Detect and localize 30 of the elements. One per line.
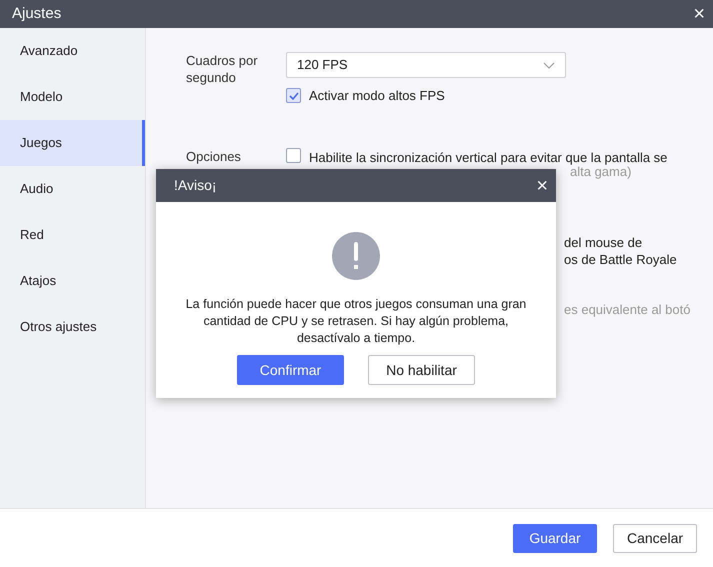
close-button[interactable]: × [528,176,556,196]
warning-icon [332,232,380,280]
fps-dropdown[interactable]: 120 FPS [286,52,566,78]
sidebar-item[interactable]: Juegos [0,120,145,166]
check-icon [288,92,298,100]
checkbox[interactable] [286,88,301,104]
option-text: es equivalente al botó [564,301,692,318]
dialog-message: La función puede hacer que otros juegos consuman una gran cantidad de CPU y se retrasen. Si hay algún problema, desactívalo a tiempo. [184,296,528,347]
option-text: alta gama) [570,164,632,180]
field-label: Opciones [186,148,242,166]
sidebar-item[interactable]: Modelo [0,74,145,120]
sidebar-item[interactable]: Atajos [0,258,145,304]
decline-button[interactable]: No habilitar [368,355,475,385]
sidebar-item[interactable]: Red [0,212,145,258]
checkbox-label: Activar modo altos FPS [309,87,445,105]
close-button[interactable]: × [685,4,713,24]
confirm-button[interactable]: Confirmar [237,355,344,385]
chevron-icon [543,62,555,68]
checkbox[interactable] [286,148,301,162]
window-title: Ajustes [11,4,62,24]
option-text: del mouse de [564,234,644,251]
option-text: os de Battle Royale [564,251,678,268]
save-button[interactable]: Guardar [513,524,597,552]
dialog-title: !Aviso¡ [174,176,217,195]
sidebar-item[interactable]: Avanzado [0,28,145,74]
sidebar-item[interactable]: Audio [0,166,145,212]
sidebar-item[interactable]: Otros ajustes [0,304,145,350]
checkbox-label: Habilite la sincronización vertical para evitar que la pantalla se [309,148,668,166]
cancel-button[interactable]: Cancelar [613,524,697,552]
field-label: Cuadros por segundo [186,52,259,87]
